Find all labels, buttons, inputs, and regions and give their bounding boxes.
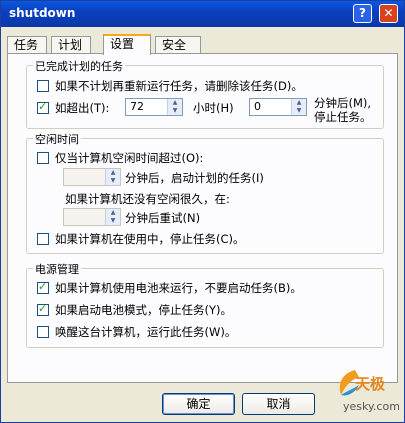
retry-after-label: 分钟后重试(N) (125, 211, 201, 225)
only-if-idle-label: 仅当计算机空闲时间超过(O): (55, 151, 204, 165)
ok-button[interactable]: 确定 (162, 393, 235, 415)
no-start-on-battery-label: 如果计算机使用电池来运行，不要启动任务(B)。 (55, 281, 302, 295)
yesky-brand: 天极 (355, 375, 386, 393)
minutes-spinner[interactable]: 0 ▲ ▼ (249, 98, 307, 116)
idle-time-heading: 空闲时间 (33, 131, 81, 147)
hours-spinner[interactable]: 72 ▲ ▼ (125, 98, 183, 116)
delete-not-scheduled-label: 如果不计划再重新运行任务，请删除该任务(D)。 (55, 79, 303, 93)
window-title: shutdown (9, 6, 76, 20)
minutes-value: 0 (254, 100, 261, 113)
yesky-site: yesky.com (343, 400, 400, 413)
not-idle-long-label: 如果计算机还没有空闲很久，在: (65, 192, 230, 206)
tab-settings[interactable]: 设置 (103, 34, 151, 55)
spinner-arrows-icon[interactable]: ▲ ▼ (167, 99, 182, 115)
completed-task-heading: 已完成计划的任务 (33, 58, 125, 74)
stop-if-exceeds-checkbox[interactable] (37, 100, 49, 114)
stop-on-battery-label: 如果启动电池模式，停止任务(Y)。 (55, 303, 232, 317)
stop-if-exceeds-label: 如超出(T): (55, 101, 110, 115)
cancel-button[interactable]: 取消 (242, 393, 315, 415)
settings-panel: 已完成计划的任务 如果不计划再重新运行任务，请删除该任务(D)。 如超出(T):… (7, 53, 398, 383)
spinner-arrows-icon[interactable]: ▲ ▼ (105, 169, 120, 185)
stop-if-in-use-checkbox[interactable] (37, 233, 49, 245)
yesky-watermark: 天极 yesky.com (333, 367, 400, 419)
wake-to-run-checkbox[interactable] (37, 326, 49, 338)
tab-schedule[interactable]: 计划 (51, 36, 91, 53)
retry-minutes-spinner[interactable]: ▲ ▼ (63, 208, 121, 226)
tab-task[interactable]: 任务 (7, 36, 47, 53)
stop-on-battery-checkbox[interactable] (37, 302, 49, 316)
hours-value: 72 (130, 100, 144, 113)
idle-minutes-spinner[interactable]: ▲ ▼ (63, 168, 121, 186)
power-management-group: 电源管理 如果计算机使用电池来运行，不要启动任务(B)。 如果启动电池模式，停止… (26, 261, 384, 348)
help-button[interactable]: ? (353, 4, 372, 23)
only-if-idle-checkbox[interactable] (37, 152, 49, 164)
spinner-arrows-icon[interactable]: ▲ ▼ (105, 209, 120, 225)
stop-if-in-use-label: 如果计算机在使用中，停止任务(C)。 (55, 232, 245, 246)
completed-task-group: 已完成计划的任务 如果不计划再重新运行任务，请删除该任务(D)。 如超出(T):… (26, 58, 384, 129)
spinner-arrows-icon[interactable]: ▲ ▼ (291, 99, 306, 115)
start-after-label: 分钟后，启动计划的任务(I) (125, 171, 264, 185)
tab-security[interactable]: 安全 (155, 36, 201, 53)
no-start-on-battery-checkbox[interactable] (37, 280, 49, 294)
idle-time-group: 空闲时间 仅当计算机空闲时间超过(O): ▲ ▼ 分钟后，启动计划的任务(I) 如… (26, 131, 384, 254)
stop-task-label: 停止任务。 (314, 110, 372, 124)
dialog-window: shutdown ? ✕ 任务 计划 设置 安全 已完成计划的任务 如果不计划再… (0, 0, 405, 423)
delete-not-scheduled-checkbox[interactable] (37, 80, 49, 92)
wake-to-run-label: 唤醒这台计算机，运行此任务(W)。 (55, 325, 237, 339)
title-bar[interactable]: shutdown ? ✕ (1, 1, 404, 27)
close-button[interactable]: ✕ (379, 4, 398, 23)
hours-unit-label: 小时(H) (193, 101, 234, 115)
power-management-heading: 电源管理 (33, 261, 81, 277)
